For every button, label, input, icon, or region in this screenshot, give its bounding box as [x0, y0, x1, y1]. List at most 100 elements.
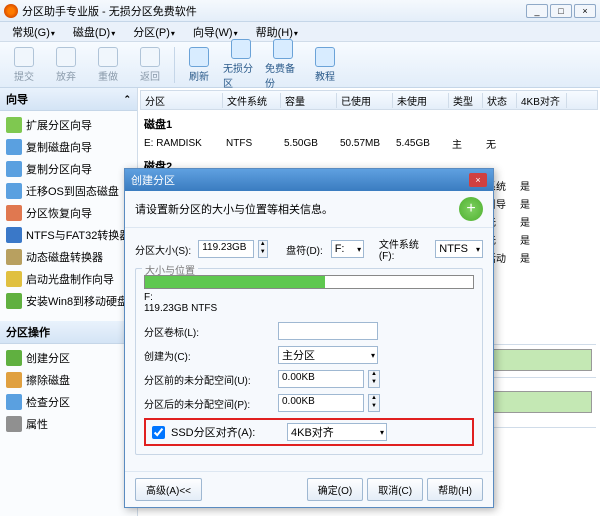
partition-bar-drive: F: [144, 292, 474, 303]
volume-label-input[interactable] [278, 322, 378, 340]
item-icon [6, 416, 22, 432]
after-space-input[interactable]: 0.00KB [278, 394, 364, 412]
wizard-item[interactable]: 复制磁盘向导 [2, 136, 135, 158]
sidebar: 向导⌃ 扩展分区向导复制磁盘向导复制分区向导迁移OS到固态磁盘分区恢复向导 NTF… [0, 88, 138, 516]
before-space-input[interactable]: 0.00KB [278, 370, 364, 388]
before-space-lbl: 分区前的未分配空间(U): [144, 372, 274, 387]
ops-item-label: 属性 [26, 416, 48, 432]
disk-1-title: 磁盘1 [140, 114, 598, 134]
chevron-icon: ⌃ [123, 94, 131, 105]
table-row[interactable]: E: RAMDISKNTFS5.50GB50.57MB5.45GB主无 [140, 134, 598, 152]
volume-label-lbl: 分区卷标(L): [144, 324, 274, 339]
letter-label: 盘符(D): [286, 242, 327, 257]
undo-button[interactable]: 放弃 [48, 47, 84, 83]
ssd-align-lbl: SSD分区对齐(A): [171, 424, 281, 440]
window-title: 分区助手专业版 - 无损分区免费软件 [22, 3, 526, 19]
lossless-button[interactable]: 无损分区 [223, 39, 259, 90]
window-titlebar: 分区助手专业版 - 无损分区免费软件 _ □ × [0, 0, 600, 22]
menu-disk[interactable]: 磁盘(D)▾ [65, 22, 123, 42]
item-icon [6, 205, 22, 221]
wizard-item[interactable]: 安装Win8到移动硬盘 [2, 290, 135, 312]
cancel-button[interactable]: 取消(C) [367, 478, 423, 501]
item-icon [6, 394, 22, 410]
ssd-align-highlight: SSD分区对齐(A): 4KB对齐 [144, 418, 474, 446]
tutorial-button[interactable]: 教程 [307, 47, 343, 83]
ops-item[interactable]: 擦除磁盘 [2, 369, 135, 391]
ok-button[interactable]: 确定(O) [307, 478, 363, 501]
advanced-button[interactable]: 高级(A)<< [135, 478, 202, 501]
ops-item[interactable]: 属性 [2, 413, 135, 435]
dialog-message: 请设置新分区的大小与位置等相关信息。 [135, 201, 333, 217]
partition-bar[interactable] [144, 275, 474, 289]
submit-button[interactable]: 提交 [6, 47, 42, 83]
help-button[interactable]: 帮助(H) [427, 478, 483, 501]
ops-item-label: 检查分区 [26, 394, 70, 410]
ops-item[interactable]: 检查分区 [2, 391, 135, 413]
wizard-item-label: 分区恢复向导 [26, 205, 92, 221]
item-icon [6, 372, 22, 388]
wizard-item[interactable]: NTFS与FAT32转换器 [2, 224, 135, 246]
size-input[interactable]: 119.23GB [198, 240, 253, 258]
item-icon [6, 139, 22, 155]
wizard-item[interactable]: 分区恢复向导 [2, 202, 135, 224]
close-button[interactable]: × [574, 4, 596, 18]
back-button[interactable]: 返回 [132, 47, 168, 83]
wizard-item-label: 扩展分区向导 [26, 117, 92, 133]
item-icon [6, 249, 22, 265]
before-space-spinner[interactable]: ▲▼ [368, 370, 380, 388]
dialog-close-button[interactable]: × [469, 173, 487, 187]
after-space-spinner[interactable]: ▲▼ [368, 394, 380, 412]
size-position-group: 大小与位置 F: 119.23GB NTFS 分区卷标(L): 创建为(C): … [135, 268, 483, 455]
after-space-lbl: 分区后的未分配空间(P): [144, 396, 274, 411]
create-partition-dialog: 创建分区 × 请设置新分区的大小与位置等相关信息。 + 分区大小(S): 119… [124, 168, 494, 508]
create-as-select[interactable]: 主分区 [278, 346, 378, 364]
wizard-panel-header[interactable]: 向导⌃ [0, 88, 137, 111]
fs-select[interactable]: NTFS [435, 240, 483, 258]
partition-bar-info: 119.23GB NTFS [144, 303, 474, 314]
wizard-item[interactable]: 复制分区向导 [2, 158, 135, 180]
item-icon [6, 227, 22, 243]
item-icon [6, 161, 22, 177]
wizard-item[interactable]: 启动光盘制作向导 [2, 268, 135, 290]
item-icon [6, 350, 22, 366]
dialog-title: 创建分区 [131, 172, 175, 188]
ssd-align-select[interactable]: 4KB对齐 [287, 423, 387, 441]
wizard-item-label: 复制磁盘向导 [26, 139, 92, 155]
wizard-item-label: 迁移OS到固态磁盘 [26, 183, 119, 199]
item-icon [6, 117, 22, 133]
wizard-item-label: 启动光盘制作向导 [26, 271, 114, 287]
wizard-item[interactable]: 迁移OS到固态磁盘 [2, 180, 135, 202]
minimize-button[interactable]: _ [526, 4, 548, 18]
maximize-button[interactable]: □ [550, 4, 572, 18]
size-spinner[interactable]: ▲▼ [258, 240, 268, 258]
wizard-panel: 扩展分区向导复制磁盘向导复制分区向导迁移OS到固态磁盘分区恢复向导 NTFS与FA… [0, 111, 137, 315]
size-label: 分区大小(S): [135, 242, 194, 257]
wizard-item-label: NTFS与FAT32转换器 [26, 227, 130, 243]
wizard-item-label: 安装Win8到移动硬盘 [26, 293, 128, 309]
backup-button[interactable]: 免费备份 [265, 39, 301, 90]
ssd-align-checkbox[interactable] [152, 426, 165, 439]
toolbar: 提交 放弃 重做 返回 刷新 无损分区 免费备份 教程 [0, 42, 600, 88]
ops-panel-header[interactable]: 分区操作⌃ [0, 321, 137, 344]
wizard-item[interactable]: 动态磁盘转换器 [2, 246, 135, 268]
ops-item-label: 创建分区 [26, 350, 70, 366]
menu-partition[interactable]: 分区(P)▾ [125, 22, 183, 42]
refresh-button[interactable]: 刷新 [181, 47, 217, 83]
table-header: 分区文件系统容量已使用未使用类型状态4KB对齐 [140, 90, 598, 110]
item-icon [6, 293, 22, 309]
create-as-lbl: 创建为(C): [144, 348, 274, 363]
item-icon [6, 183, 22, 199]
ops-panel: 创建分区擦除磁盘检查分区属性 [0, 344, 137, 438]
wizard-item[interactable]: 扩展分区向导 [2, 114, 135, 136]
redo-button[interactable]: 重做 [90, 47, 126, 83]
ops-item-label: 擦除磁盘 [26, 372, 70, 388]
wizard-item-label: 复制分区向导 [26, 161, 92, 177]
wizard-item-label: 动态磁盘转换器 [26, 249, 103, 265]
dialog-titlebar[interactable]: 创建分区 × [125, 169, 493, 191]
plus-icon: + [459, 197, 483, 221]
item-icon [6, 271, 22, 287]
ops-item[interactable]: 创建分区 [2, 347, 135, 369]
menu-general[interactable]: 常规(G)▾ [4, 22, 63, 42]
app-icon [4, 4, 18, 18]
letter-select[interactable]: F: [331, 240, 364, 258]
